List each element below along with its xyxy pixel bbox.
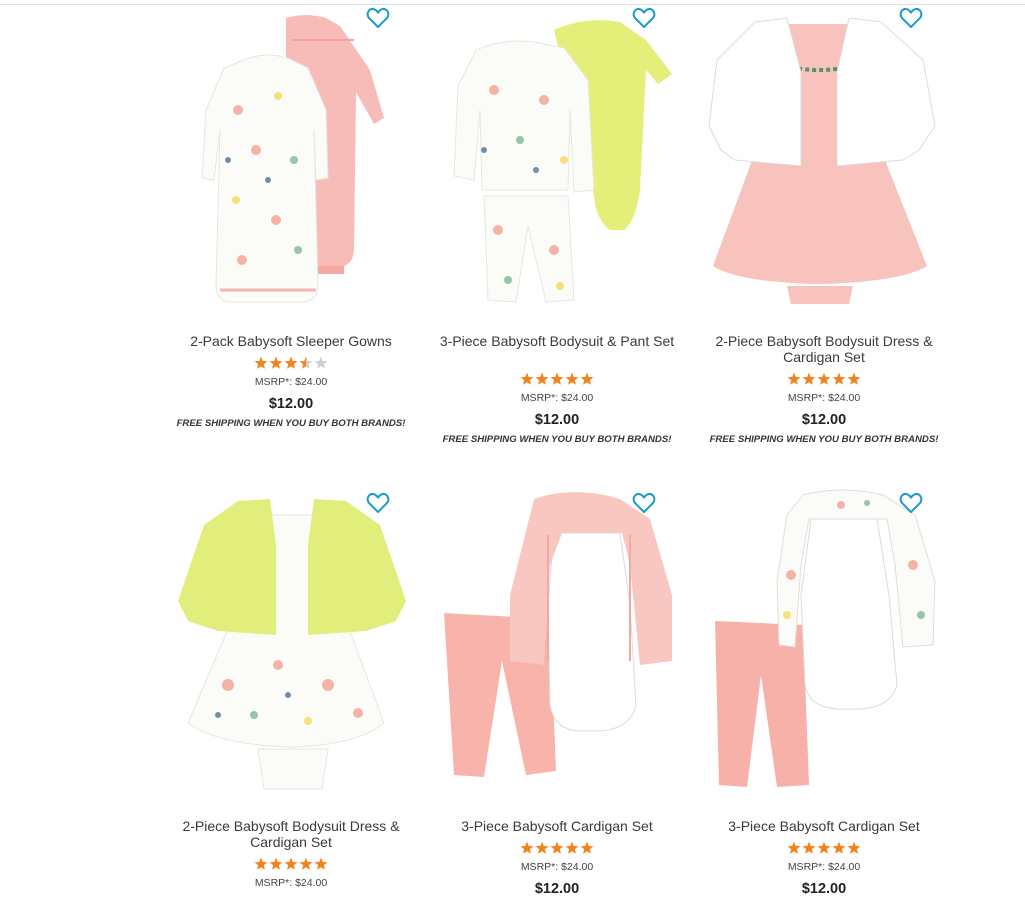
heart-icon[interactable] [366,492,390,514]
product-image[interactable] [691,0,957,310]
star-icon [520,372,534,385]
product-card[interactable]: 3-Piece Babysoft Bodysuit & Pant Set MSR… [424,0,690,450]
star-icon [565,841,579,854]
heart-icon[interactable] [632,7,656,29]
product-title[interactable]: 2-Piece Babysoft Bodysuit Dress & Cardig… [699,333,949,365]
star-icon [284,356,298,369]
product-title[interactable]: 3-Piece Babysoft Cardigan Set [432,818,682,834]
msrp-label: MSRP*: $24.00 [787,861,861,873]
msrp-label: MSRP*: $24.00 [254,877,328,889]
msrp-label: MSRP*: $24.00 [787,392,861,404]
product-image[interactable] [424,0,690,310]
star-icon [299,857,313,870]
star-icon [314,356,328,369]
product-title[interactable]: 3-Piece Babysoft Cardigan Set [699,818,949,834]
product-title[interactable]: 2-Piece Babysoft Bodysuit Dress & Cardig… [166,818,416,850]
star-icon [314,857,328,870]
star-icon [254,356,268,369]
star-icon [787,372,801,385]
product-card[interactable]: 2-Pack Babysoft Sleeper Gowns MSRP*: $24… [158,0,424,440]
star-icon [535,372,549,385]
product-card[interactable]: 2-Piece Babysoft Bodysuit Dress & Cardig… [158,485,424,897]
shipping-note: FREE SHIPPING WHEN YOU BUY BOTH BRANDS! [442,434,672,445]
star-icon [269,356,283,369]
product-title[interactable]: 3-Piece Babysoft Bodysuit & Pant Set [432,333,682,349]
star-icon [284,857,298,870]
price: $12.00 [801,412,847,428]
product-image[interactable] [158,485,424,795]
star-icon [580,372,594,385]
msrp-label: MSRP*: $24.00 [520,861,594,873]
star-icon [832,372,846,385]
star-icon [565,372,579,385]
heart-icon[interactable] [366,7,390,29]
msrp-label: MSRP*: $24.00 [254,376,328,388]
product-title[interactable]: 2-Pack Babysoft Sleeper Gowns [166,333,416,349]
product-card[interactable]: 2-Piece Babysoft Bodysuit Dress & Cardig… [691,0,957,450]
price: $12.00 [801,881,847,897]
star-icon [550,372,564,385]
star-icon [520,841,534,854]
star-rating [424,841,690,857]
star-icon [847,372,861,385]
star-icon [535,841,549,854]
product-image[interactable] [424,485,690,795]
star-icon [254,857,268,870]
product-card[interactable]: 3-Piece Babysoft Cardigan Set MSRP*: $24… [424,485,690,897]
star-rating [691,841,957,857]
product-image[interactable] [158,0,424,310]
star-rating [158,356,424,372]
star-icon [817,841,831,854]
star-icon [299,356,313,369]
star-icon [580,841,594,854]
star-rating [691,372,957,388]
star-icon [269,857,283,870]
star-rating [158,857,424,873]
star-icon [550,841,564,854]
star-icon [802,372,816,385]
price: $12.00 [268,396,314,412]
star-icon [802,841,816,854]
price: $12.00 [534,412,580,428]
heart-icon[interactable] [899,7,923,29]
shipping-note: FREE SHIPPING WHEN YOU BUY BOTH BRANDS! [176,418,406,429]
heart-icon[interactable] [899,492,923,514]
star-rating [424,372,690,388]
star-icon [847,841,861,854]
heart-icon[interactable] [632,492,656,514]
star-icon [787,841,801,854]
product-image[interactable] [691,485,957,795]
shipping-note: FREE SHIPPING WHEN YOU BUY BOTH BRANDS! [709,434,939,445]
star-icon [832,841,846,854]
product-card[interactable]: 3-Piece Babysoft Cardigan Set MSRP*: $24… [691,485,957,897]
msrp-label: MSRP*: $24.00 [520,392,594,404]
price: $12.00 [534,881,580,897]
star-icon [817,372,831,385]
